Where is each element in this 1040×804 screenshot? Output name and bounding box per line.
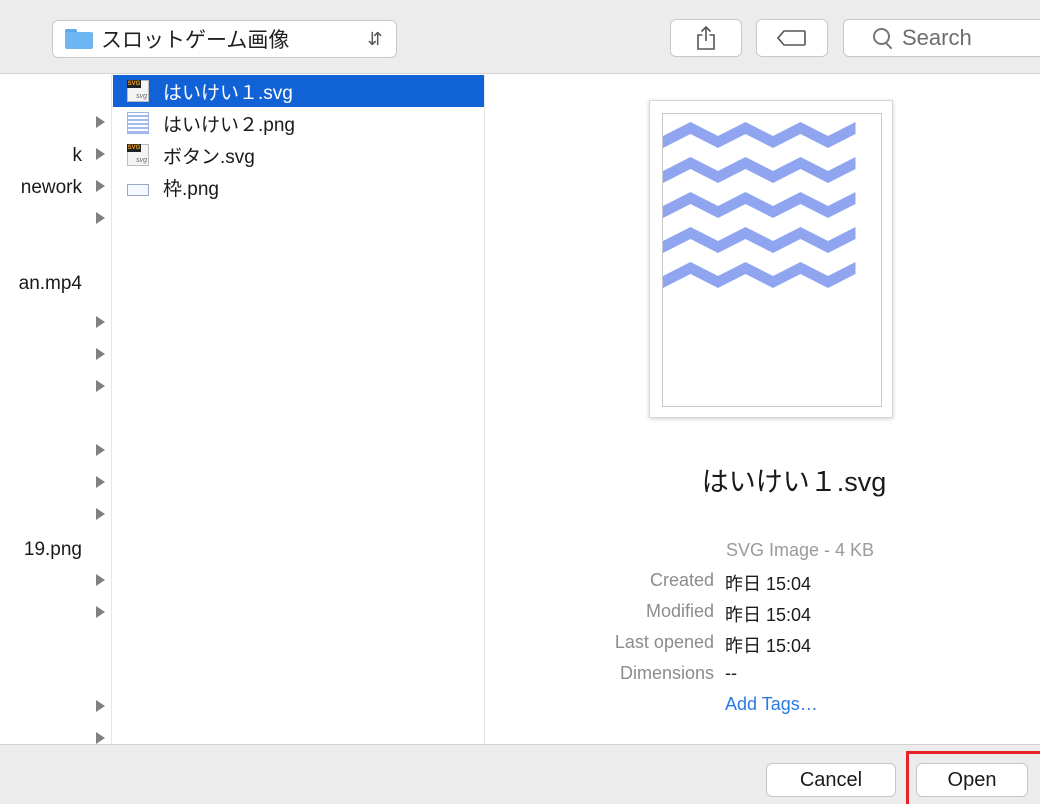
disclosure-arrow-icon (96, 180, 105, 192)
parent-item-label: an.mp4 (18, 273, 82, 294)
disclosure-arrow-icon (96, 148, 105, 160)
open-button[interactable]: Open (916, 763, 1028, 797)
disclosure-arrow-icon (96, 212, 105, 224)
parent-list-item[interactable] (0, 107, 111, 139)
meta-value: -- (725, 663, 737, 683)
share-icon (697, 25, 715, 50)
tag-icon (777, 30, 806, 46)
file-row[interactable]: ボタン.svg (113, 139, 484, 171)
parent-list-item[interactable]: nework (0, 171, 111, 203)
file-row[interactable]: はいけい２.png (113, 107, 484, 139)
png-frame-icon (127, 183, 149, 196)
meta-last-opened: Last opened 昨日 15:04 (486, 629, 1040, 657)
parent-list-item[interactable]: an.mp4 (0, 267, 111, 299)
disclosure-arrow-icon (96, 700, 105, 712)
chevron-pattern-image (663, 122, 856, 288)
chevron-band (663, 227, 856, 253)
preview-kind: SVG Image - 4 KB (726, 540, 875, 560)
meta-value: 昨日 15:04 (725, 574, 812, 594)
disclosure-arrow-icon (96, 116, 105, 128)
parent-column[interactable]: k nework an.mp4 19.png (0, 75, 112, 744)
meta-dimensions: Dimensions -- (486, 660, 1040, 688)
disclosure-arrow-icon (96, 574, 105, 586)
parent-list-item[interactable] (0, 75, 111, 107)
parent-list-item[interactable] (0, 203, 111, 235)
parent-item-label: k (72, 145, 83, 166)
meta-value: 昨日 15:04 (725, 636, 812, 656)
file-row[interactable]: 枠.png (113, 171, 484, 203)
tag-button[interactable] (756, 19, 828, 57)
parent-item-label: 19.png (23, 539, 82, 560)
preview-file-name: はいけい１.svg (701, 467, 887, 497)
file-row-selected[interactable]: はいけい１.svg (113, 75, 484, 107)
disclosure-arrow-icon (96, 476, 105, 488)
parent-list-item[interactable] (0, 467, 111, 499)
parent-list-item[interactable] (0, 691, 111, 723)
parent-list-item[interactable] (0, 597, 111, 629)
folder-name: スロットゲーム画像 (101, 29, 290, 52)
search-field[interactable]: Search (843, 19, 1040, 57)
disclosure-arrow-icon (96, 732, 105, 744)
parent-list-item[interactable]: 19.png (0, 533, 111, 565)
parent-list-item[interactable] (0, 435, 111, 467)
bottom-bar: Cancel Open (0, 744, 1040, 804)
share-button[interactable] (670, 19, 742, 57)
parent-list-item[interactable] (0, 339, 111, 371)
chevron-band (663, 262, 856, 288)
file-name: ボタン.svg (163, 146, 255, 168)
meta-label: Last opened (614, 632, 714, 652)
file-name: 枠.png (163, 178, 219, 200)
search-icon (872, 27, 894, 49)
parent-list-item[interactable] (0, 723, 111, 744)
cancel-button[interactable]: Cancel (766, 763, 896, 797)
disclosure-arrow-icon (96, 444, 105, 456)
parent-list-item[interactable] (0, 371, 111, 403)
meta-label: Modified (645, 601, 714, 621)
png-pattern-icon (127, 112, 149, 134)
svg-file-icon (127, 80, 149, 102)
folder-popup-button[interactable]: スロットゲーム画像 ⇵ (52, 20, 397, 58)
meta-label: Created (649, 570, 714, 590)
disclosure-arrow-icon (96, 316, 105, 328)
disclosure-arrow-icon (96, 606, 105, 618)
parent-item-label: nework (20, 177, 82, 198)
svg-file-icon (127, 144, 149, 166)
chevron-band (663, 192, 856, 218)
meta-label: Dimensions (619, 663, 714, 683)
file-list-column[interactable]: はいけい１.svg はいけい２.png ボタン.svg 枠.png (113, 75, 485, 744)
folder-icon (65, 29, 93, 49)
disclosure-arrow-icon (96, 508, 105, 520)
add-tags-link[interactable]: Add Tags… (725, 694, 818, 715)
parent-list-item[interactable] (0, 307, 111, 339)
parent-list-item[interactable] (0, 635, 111, 667)
meta-value: 昨日 15:04 (725, 605, 812, 625)
parent-list-item[interactable] (0, 565, 111, 597)
chevron-band (663, 122, 856, 148)
preview-pane: はいけい１.svg SVG Image - 4 KB Created 昨日 15… (486, 75, 1040, 744)
file-name: はいけい２.png (163, 114, 295, 136)
meta-created: Created 昨日 15:04 (486, 567, 1040, 595)
parent-list-item[interactable]: k (0, 139, 111, 171)
chevron-band (663, 157, 856, 183)
disclosure-arrow-icon (96, 348, 105, 360)
parent-list-item[interactable] (0, 499, 111, 531)
chevron-updown-icon: ⇵ (367, 28, 383, 49)
meta-modified: Modified 昨日 15:04 (486, 598, 1040, 626)
preview-thumbnail (649, 100, 893, 418)
toolbar: スロットゲーム画像 ⇵ Search (0, 0, 1040, 74)
search-placeholder: Search (902, 25, 972, 50)
preview-image (662, 113, 882, 407)
disclosure-arrow-icon (96, 380, 105, 392)
file-name: はいけい１.svg (163, 82, 293, 104)
